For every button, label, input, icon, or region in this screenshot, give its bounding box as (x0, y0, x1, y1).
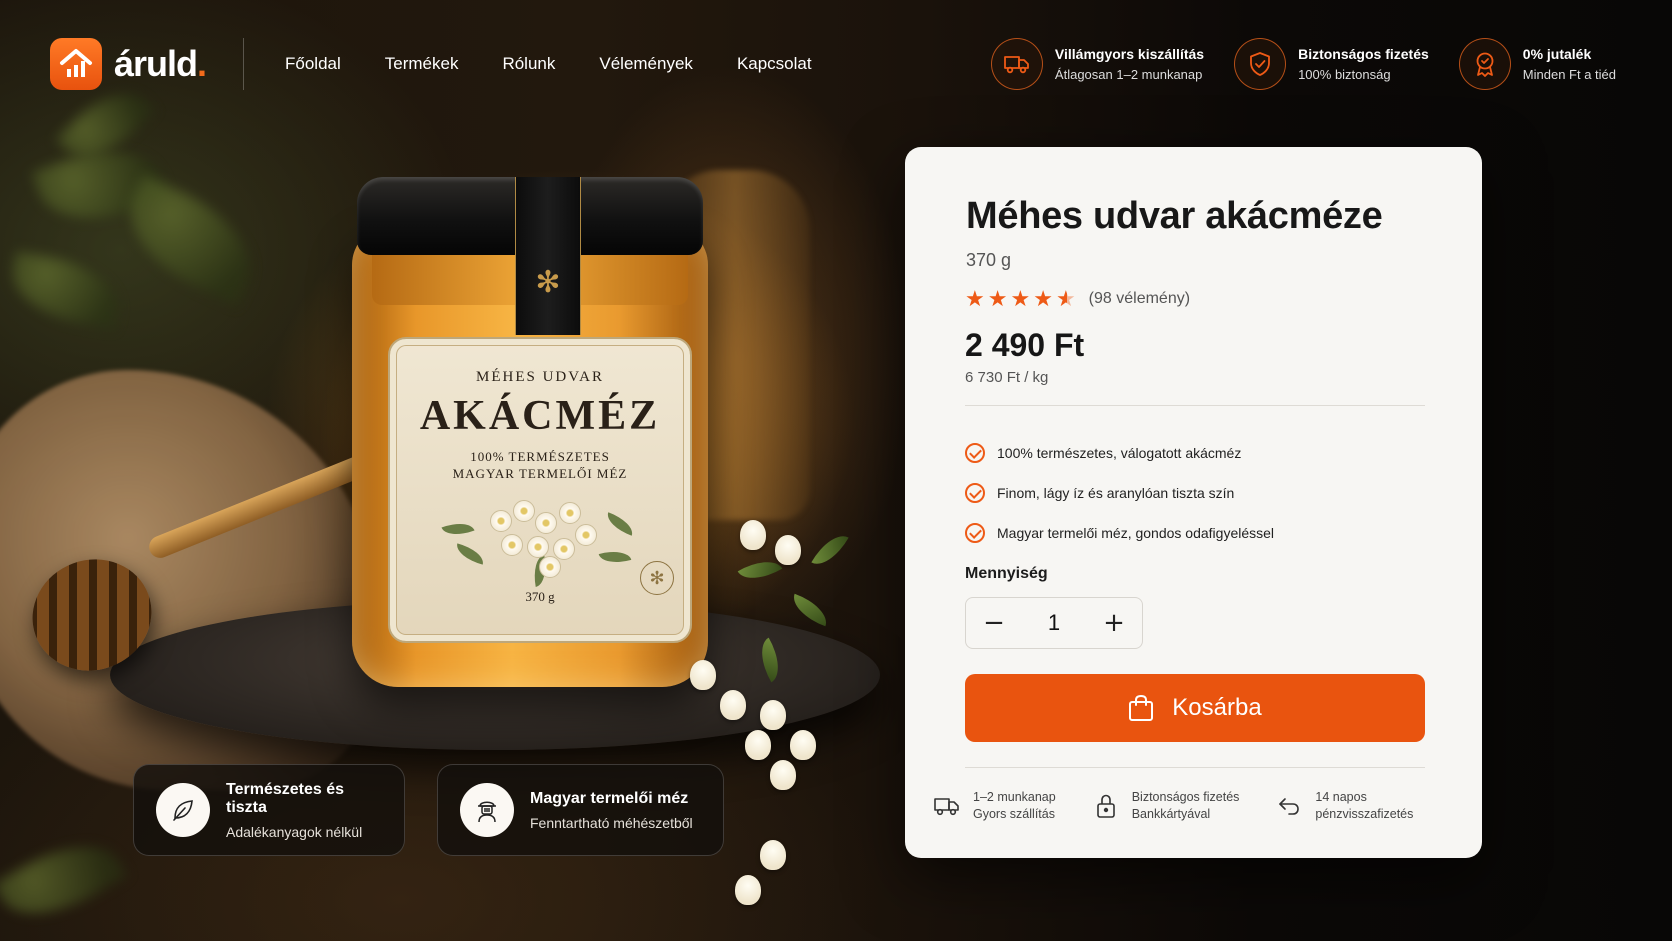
brand-name: áruld. (114, 43, 207, 85)
perk-title: Biztonságos fizetés (1298, 46, 1429, 62)
perk-subtitle: Átlagosan 1–2 munkanap (1054, 67, 1203, 82)
pill-subtitle: Fenntartható méhészetből (530, 814, 693, 831)
jar-label-brand: MÉHES UDVAR (476, 369, 604, 385)
product-card: Méhes udvar akácméze 370 g ★ ★ ★ ★ ★ (98… (905, 147, 1482, 858)
badge-icon (1458, 38, 1511, 90)
jar-label-subtitle: 100% TERMÉSZETES MAGYAR TERMELŐI MÉZ (390, 448, 690, 482)
quantity-stepper: − 1 + (965, 597, 1143, 649)
logo-mark-icon (50, 38, 102, 90)
jar-strap (515, 177, 581, 335)
perk-subtitle: 100% biztonság (1298, 67, 1391, 82)
header-divider (243, 38, 244, 90)
add-to-cart-button[interactable]: Kosárba (965, 674, 1425, 742)
acacia-blossom (745, 730, 771, 760)
acacia-blossom (720, 690, 746, 720)
footer-line2: pénzvisszafizetés (1315, 807, 1414, 821)
return-arrow-icon (1273, 790, 1305, 822)
nav-item-reviews[interactable]: Vélemények (599, 54, 693, 74)
acacia-blossom (760, 840, 786, 870)
star-icon: ★ (965, 286, 985, 311)
feature-list: 100% természetes, válogatott akácméz Fin… (965, 433, 1274, 553)
header-perks: Villámgyors kiszállítás Átlagosan 1–2 mu… (961, 38, 1616, 90)
increase-quantity-button[interactable]: + (1086, 598, 1142, 648)
unit-price: 6 730 Ft / kg (965, 369, 1049, 386)
jar-label-sub1: 100% TERMÉSZETES (470, 449, 610, 464)
star-icon: ★ (1033, 286, 1053, 311)
feature-text: 100% természetes, válogatott akácméz (997, 445, 1242, 461)
acacia-blossom (740, 520, 766, 550)
footer-payment: Biztonságos fizetés Bankkártyával (1090, 789, 1240, 823)
product-price: 2 490 Ft (965, 327, 1085, 363)
acacia-illustration (435, 492, 645, 587)
perk-title: Villámgyors kiszállítás (1054, 46, 1205, 62)
beekeeper-icon (460, 783, 514, 837)
quantity-label: Mennyiség (965, 565, 1048, 582)
pill-title: Természetes és tiszta (226, 780, 344, 816)
nav-item-about[interactable]: Rólunk (502, 54, 555, 74)
perk-subtitle: Minden Ft a tiéd (1522, 67, 1616, 82)
decrease-quantity-button[interactable]: − (966, 598, 1022, 648)
product-rating[interactable]: ★ ★ ★ ★ ★ (98 vélemény) (965, 287, 1190, 311)
shopping-bag-icon (1129, 695, 1154, 721)
perk-zero-commission: 0% jutalék Minden Ft a tiéd (1458, 38, 1616, 90)
shield-check-icon (1234, 38, 1287, 90)
feature-item: Magyar termelői méz, gondos odafigyeléss… (965, 513, 1274, 553)
jar-label-name: AKÁCMÉZ (419, 393, 661, 439)
truck-icon (990, 38, 1043, 90)
feature-text: Magyar termelői méz, gondos odafigyeléss… (997, 525, 1275, 541)
nav-item-home[interactable]: Főoldal (285, 54, 341, 74)
lock-icon (1090, 790, 1122, 822)
pill-title: Magyar termelői méz (530, 789, 689, 807)
pill-subtitle: Adalékanyagok nélkül (226, 823, 363, 840)
feature-pill-natural: Természetes és tiszta Adalékanyagok nélk… (133, 764, 405, 856)
perk-fast-delivery: Villámgyors kiszállítás Átlagosan 1–2 mu… (990, 38, 1205, 90)
card-divider (965, 767, 1425, 768)
perk-title: 0% jutalék (1522, 46, 1592, 62)
acacia-blossom (770, 760, 796, 790)
jar-label-weight: 370 g (525, 589, 555, 604)
acacia-blossom (775, 535, 801, 565)
footer-line1: Biztonságos fizetés (1131, 790, 1240, 804)
delivery-truck-icon (931, 790, 963, 822)
perk-secure-payment: Biztonságos fizetés 100% biztonság (1234, 38, 1429, 90)
star-icon: ★ (1010, 286, 1031, 311)
bee-icon: ✻ (535, 266, 561, 299)
acacia-blossom (690, 660, 716, 690)
footer-line2: Gyors szállítás (973, 807, 1055, 821)
nav-item-contact[interactable]: Kapcsolat (737, 54, 812, 74)
acacia-blossom (790, 730, 816, 760)
footer-line1: 1–2 munkanap (973, 790, 1056, 804)
quantity-value[interactable]: 1 (1048, 610, 1060, 636)
site-header: áruld. Főoldal Termékek Rólunk Véleménye… (0, 0, 1672, 130)
check-circle-icon (965, 523, 985, 543)
feature-pill-hungarian: Magyar termelői méz Fenntartható méhésze… (437, 764, 724, 856)
jar-label-sub2: MAGYAR TERMELŐI MÉZ (452, 466, 628, 481)
acacia-blossom (735, 875, 761, 905)
feature-item: 100% természetes, válogatott akácméz (965, 433, 1274, 473)
footer-refund: 14 napos pénzvisszafizetés (1273, 789, 1413, 823)
add-to-cart-label: Kosárba (1172, 694, 1262, 721)
leaf-icon (156, 783, 210, 837)
brand-dot: . (197, 43, 207, 84)
card-divider (965, 405, 1425, 406)
brand-logo[interactable]: áruld. (50, 38, 207, 90)
card-footer: 1–2 munkanap Gyors szállítás Biztonságos… (931, 789, 1447, 823)
jar-label: MÉHES UDVAR AKÁCMÉZ 100% TERMÉSZETES MAG… (388, 337, 692, 643)
product-weight: 370 g (966, 250, 1012, 270)
check-circle-icon (965, 443, 985, 463)
check-circle-icon (965, 483, 985, 503)
brand-name-text: áruld (114, 43, 198, 84)
feature-item: Finom, lágy íz és aranylóan tiszta szín (965, 473, 1274, 513)
product-title: Méhes udvar akácméze (966, 195, 1383, 237)
half-star-icon: ★ (1055, 286, 1076, 311)
main-nav: Főoldal Termékek Rólunk Vélemények Kapcs… (285, 54, 856, 74)
acacia-blossom (760, 700, 786, 730)
footer-line1: 14 napos (1315, 790, 1367, 804)
star-icon: ★ (987, 286, 1008, 311)
nav-item-products[interactable]: Termékek (385, 54, 459, 74)
footer-shipping: 1–2 munkanap Gyors szállítás (931, 789, 1056, 823)
feature-text: Finom, lágy íz és aranylóan tiszta szín (997, 485, 1235, 501)
footer-line2: Bankkártyával (1131, 807, 1211, 821)
review-count[interactable]: (98 vélemény) (1089, 290, 1190, 308)
